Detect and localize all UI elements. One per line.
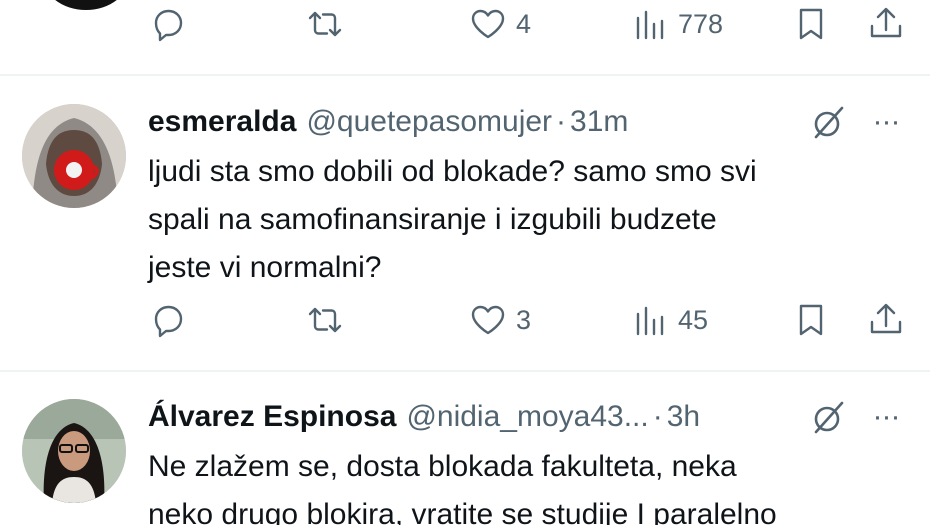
grok-icon [814,106,844,139]
like-button[interactable]: 3 [468,290,531,350]
share-icon [870,303,902,334]
divider [0,74,930,76]
tweet-action-bar: 4 778 [0,0,930,54]
bookmark-button[interactable] [791,0,831,54]
views-icon [636,10,664,40]
grok-button[interactable] [808,102,848,142]
bookmark-button[interactable] [791,290,831,350]
share-button[interactable] [866,290,906,350]
user-handle[interactable]: @quetepasomujer [306,105,552,139]
views-count: 45 [678,304,709,335]
user-handle[interactable]: @nidia_moya43... [406,400,648,434]
tweet-text-line: jeste vi normalni? [148,251,382,284]
repost-button[interactable] [305,290,345,350]
tweet-header: esmeralda @quetepasomujer · 31m [148,100,628,144]
reply-icon [154,9,183,42]
views-button[interactable]: 45 [630,290,708,350]
tweet-text-line: Ne zlažem se, dosta blokada fakulteta, n… [148,450,737,483]
avatar[interactable] [22,104,126,208]
grok-icon [814,401,844,434]
share-button[interactable] [866,0,906,54]
reply-button[interactable] [148,290,188,350]
more-icon: ··· [872,105,901,138]
divider [0,370,930,372]
reply-icon [154,305,183,338]
bookmark-icon [799,8,823,40]
like-count: 3 [516,304,532,335]
views-button[interactable]: 778 [630,0,723,54]
repost-button[interactable] [305,0,345,54]
tweet-text-line: neko drugo blokira, vratite se studije I… [148,498,777,525]
tweet-text-line: spali na samofinansiranje i izgubili bud… [148,203,717,236]
share-icon [870,7,902,38]
tweet-action-bar: 3 45 [0,290,930,350]
timestamp[interactable]: 31m [570,105,628,139]
bookmark-icon [799,304,823,336]
like-button[interactable]: 4 [468,0,531,54]
repost-icon [308,11,342,37]
views-count: 778 [678,8,724,39]
more-icon: ··· [872,400,901,433]
separator: · [556,105,567,138]
tweet[interactable]: Álvarez Espinosa @nidia_moya43... · 3h ·… [0,395,930,525]
more-button[interactable]: ··· [864,102,908,142]
avatar-image [22,399,126,503]
heart-icon [471,9,505,39]
avatar[interactable] [22,399,126,503]
like-count: 4 [516,8,532,39]
repost-icon [308,307,342,333]
display-name[interactable]: Álvarez Espinosa [148,400,396,434]
avatar-image [22,104,126,208]
heart-icon [471,305,505,335]
tweet-text: Ne zlažem se, dosta blokada fakulteta, n… [148,443,908,525]
timestamp[interactable]: 3h [667,400,700,434]
display-name[interactable]: esmeralda [148,105,296,139]
tweet-text: ljudi sta smo dobili od blokade? samo sm… [148,148,908,292]
tweet-header: Álvarez Espinosa @nidia_moya43... · 3h [148,395,700,439]
views-icon [636,306,664,336]
grok-button[interactable] [808,397,848,437]
separator: · [652,400,663,433]
reply-button[interactable] [148,0,188,54]
tweet-text-line: ljudi sta smo dobili od blokade? samo sm… [148,155,757,188]
more-button[interactable]: ··· [864,397,908,437]
